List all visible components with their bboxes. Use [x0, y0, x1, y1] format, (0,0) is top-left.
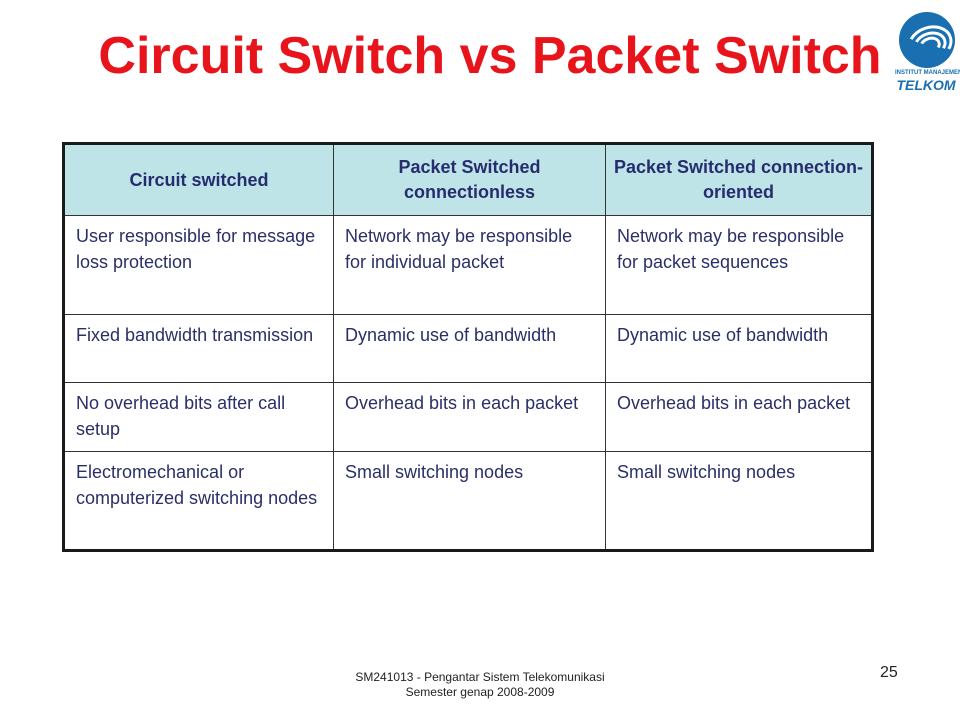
table-cell: Dynamic use of bandwidth: [333, 314, 606, 383]
footer-semester: Semester genap 2008-2009: [405, 685, 555, 699]
header-packet-connection-oriented: Packet Switched connection-oriented: [605, 143, 873, 216]
table-row: Fixed bandwidth transmission Dynamic use…: [63, 314, 873, 383]
table-header-row: Circuit switched Packet Switched connect…: [63, 143, 873, 216]
table-cell: User responsible for message loss protec…: [63, 215, 334, 315]
table-cell: Small switching nodes: [333, 451, 606, 551]
header-packet-connectionless: Packet Switched connectionless: [333, 143, 606, 216]
table-row: User responsible for message loss protec…: [63, 215, 873, 315]
table-row: Electromechanical or computerized switch…: [63, 451, 873, 551]
table-cell: Small switching nodes: [605, 451, 873, 551]
table-cell: Overhead bits in each packet: [605, 382, 873, 452]
table-row: No overhead bits after call setup Overhe…: [63, 382, 873, 452]
page-number: 25: [880, 664, 898, 681]
telkom-logo: INSTITUT MANAJEMEN TELKOM: [895, 12, 960, 94]
logo-subtitle: INSTITUT MANAJEMEN: [895, 70, 960, 76]
footer-course: SM241013 - Pengantar Sistem Telekomunika…: [355, 670, 605, 684]
table-cell: Dynamic use of bandwidth: [605, 314, 873, 383]
telkom-logo-icon: [899, 12, 955, 68]
comparison-table: Circuit switched Packet Switched connect…: [62, 142, 874, 552]
header-circuit-switched: Circuit switched: [63, 143, 334, 216]
table-cell: Network may be responsible for packet se…: [605, 215, 873, 315]
table-cell: Electromechanical or computerized switch…: [63, 451, 334, 551]
slide-title: Circuit Switch vs Packet Switch: [98, 27, 882, 85]
slide-footer: SM241013 - Pengantar Sistem Telekomunika…: [300, 670, 660, 700]
table-cell: Overhead bits in each packet: [333, 382, 606, 452]
table-cell: Network may be responsible for individua…: [333, 215, 606, 315]
logo-name: TELKOM: [896, 77, 956, 93]
table-cell: Fixed bandwidth transmission: [63, 314, 334, 383]
table-cell: No overhead bits after call setup: [63, 382, 334, 452]
